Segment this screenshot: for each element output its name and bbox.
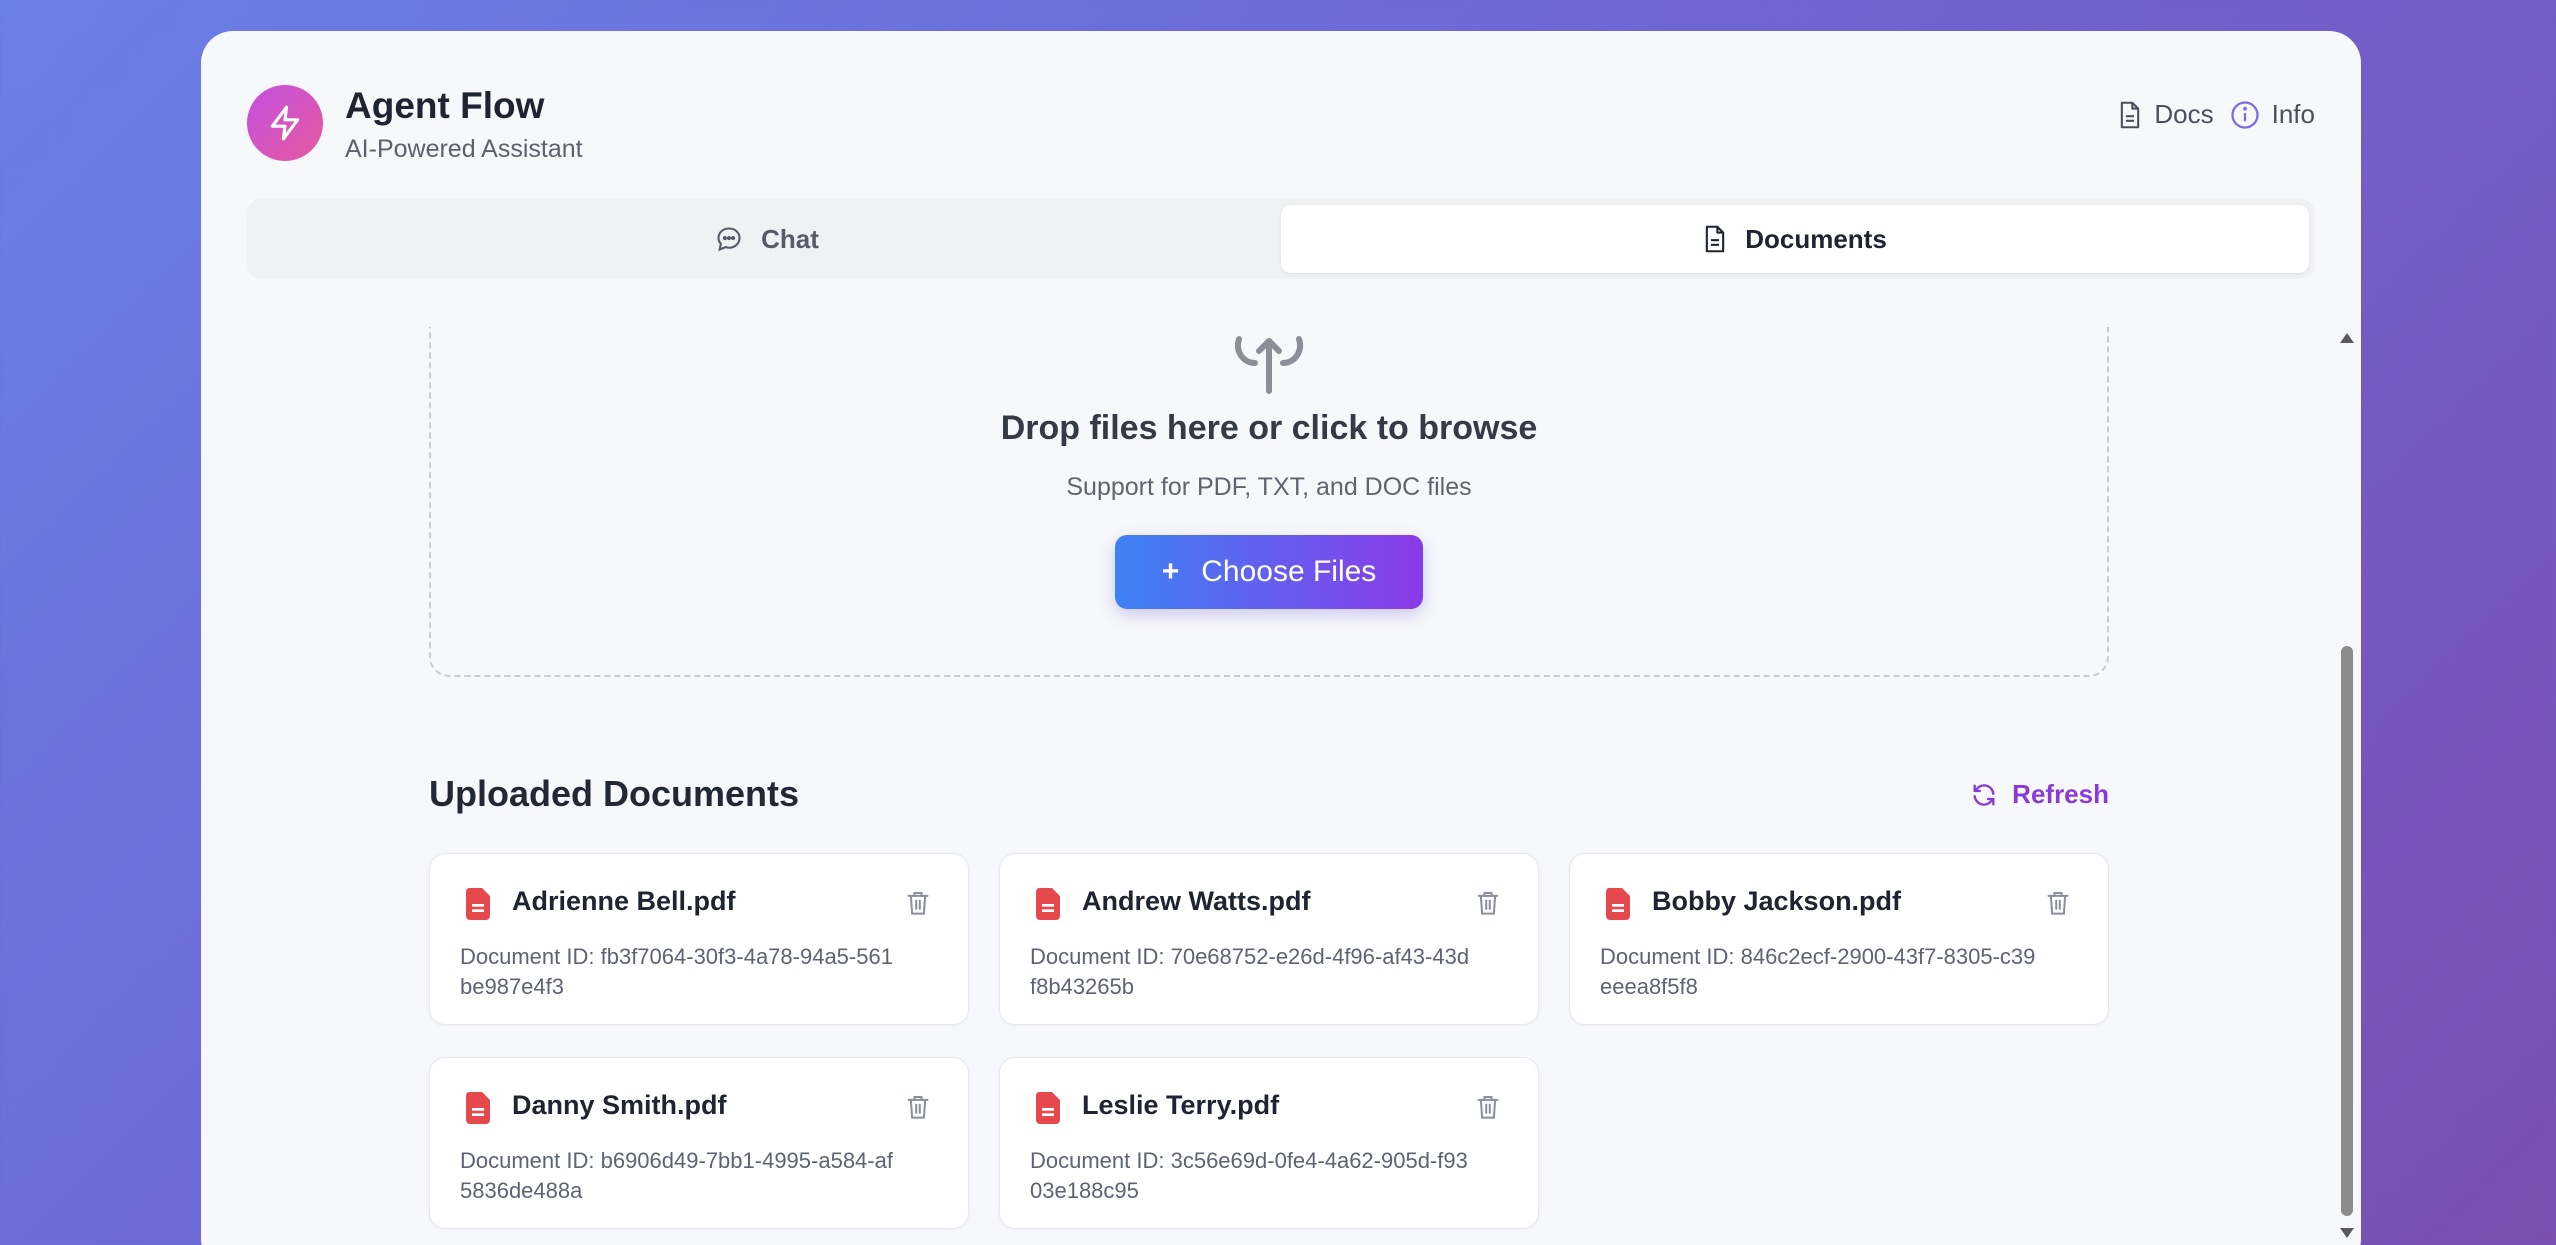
docs-link-label: Docs — [2154, 99, 2214, 129]
document-card[interactable]: Bobby Jackson.pdf Document ID: 846c2ecf-… — [1569, 853, 2109, 1025]
trash-icon[interactable] — [906, 890, 930, 916]
tab-chat-label: Chat — [761, 223, 819, 254]
scrollbar-thumb[interactable] — [2341, 646, 2353, 1216]
document-card[interactable]: Adrienne Bell.pdf Document ID: fb3f7064-… — [429, 853, 969, 1025]
document-name: Danny Smith.pdf — [512, 1090, 727, 1120]
chat-bubble-icon — [717, 227, 741, 252]
pdf-file-icon — [465, 888, 490, 920]
docs-link[interactable]: Docs — [2118, 99, 2214, 130]
lightning-icon — [270, 105, 300, 141]
pdf-file-icon — [1605, 888, 1630, 920]
header-links: Docs Info — [2118, 99, 2315, 130]
refresh-icon — [1973, 783, 1995, 806]
file-dropzone[interactable]: Drop files here or click to browse Suppo… — [429, 327, 2109, 677]
documents-panel: Drop files here or click to browse Suppo… — [201, 327, 2331, 1245]
documents-title: Uploaded Documents — [429, 773, 800, 814]
app-subtitle: AI-Powered Assistant — [345, 135, 583, 163]
document-name: Andrew Watts.pdf — [1082, 886, 1311, 916]
tab-chat[interactable]: Chat — [253, 205, 1281, 273]
pdf-file-icon — [1035, 888, 1060, 920]
plus-icon: + — [1161, 555, 1180, 588]
refresh-label: Refresh — [2012, 779, 2109, 809]
app-title: Agent Flow — [345, 85, 545, 126]
document-card[interactable]: Leslie Terry.pdf Document ID: 3c56e69d-0… — [999, 1057, 1539, 1229]
scroll-up-arrow-icon[interactable] — [2340, 333, 2354, 343]
trash-icon[interactable] — [1476, 1094, 1500, 1120]
document-id: Document ID: fb3f7064-30f3-4a78-94a5-561… — [460, 944, 893, 999]
app-card: Agent Flow AI-Powered Assistant Docs Inf… — [201, 31, 2361, 1245]
document-id: Document ID: 3c56e69d-0fe4-4a62-905d-f93… — [1030, 1148, 1468, 1203]
info-link-label: Info — [2271, 99, 2315, 129]
scroll-down-arrow-icon[interactable] — [2340, 1228, 2354, 1238]
refresh-button[interactable]: Refresh — [1970, 779, 2109, 810]
document-name: Bobby Jackson.pdf — [1652, 886, 1902, 916]
trash-icon[interactable] — [2046, 890, 2070, 916]
dropzone-subtitle: Support for PDF, TXT, and DOC files — [1066, 473, 1472, 501]
info-link[interactable]: Info — [2230, 99, 2315, 130]
pdf-file-icon — [1035, 1092, 1060, 1124]
trash-icon[interactable] — [1476, 890, 1500, 916]
document-card[interactable]: Danny Smith.pdf Document ID: b6906d49-7b… — [429, 1057, 969, 1229]
document-name: Leslie Terry.pdf — [1082, 1090, 1280, 1120]
choose-files-button[interactable]: + Choose Files — [1115, 535, 1423, 609]
tab-documents[interactable]: Documents — [1281, 205, 2309, 273]
info-icon — [2231, 100, 2259, 129]
trash-icon[interactable] — [906, 1094, 930, 1120]
dropzone-title: Drop files here or click to browse — [1000, 409, 1538, 447]
document-id: Document ID: b6906d49-7bb1-4995-a584-af5… — [460, 1148, 893, 1203]
tab-bar: Chat Documents — [247, 199, 2315, 279]
choose-files-label: Choose Files — [1201, 555, 1377, 588]
app-logo — [247, 85, 323, 161]
document-id: Document ID: 70e68752-e26d-4f96-af43-43d… — [1030, 944, 1470, 999]
pdf-file-icon — [465, 1092, 490, 1124]
document-icon — [1705, 225, 1725, 253]
document-card[interactable]: Andrew Watts.pdf Document ID: 70e68752-e… — [999, 853, 1539, 1025]
documents-header: Uploaded Documents Refresh — [429, 773, 2109, 823]
app-header: Agent Flow AI-Powered Assistant Docs Inf… — [247, 85, 2315, 175]
document-name: Adrienne Bell.pdf — [512, 886, 736, 916]
document-id: Document ID: 846c2ecf-2900-43f7-8305-c39… — [1600, 944, 2036, 999]
upload-icon — [1235, 336, 1303, 394]
document-icon — [2121, 101, 2140, 128]
tab-documents-label: Documents — [1745, 223, 1887, 254]
